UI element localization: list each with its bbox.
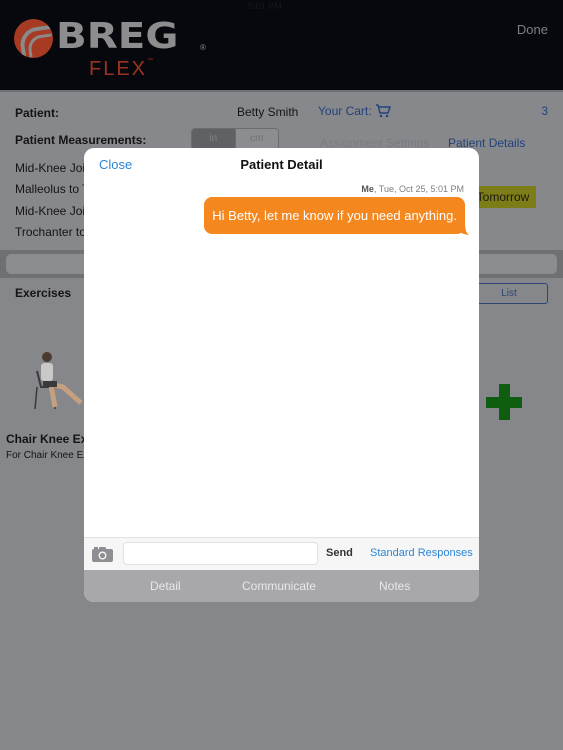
add-exercise-icon[interactable] bbox=[486, 384, 522, 420]
message-bubble: Hi Betty, let me know if you need anythi… bbox=[204, 197, 465, 234]
exercise-title: Chair Knee Ex bbox=[6, 432, 88, 446]
exercises-heading: Exercises bbox=[15, 286, 72, 300]
breg-flex-logo: BREG ® FLEX™ bbox=[14, 16, 214, 81]
exercise-image bbox=[34, 352, 83, 410]
patient-name: Betty Smith bbox=[237, 105, 299, 119]
bubble-tail-icon bbox=[457, 224, 469, 235]
measurements-label: Patient Measurements: bbox=[15, 133, 147, 147]
logo-product-text: FLEX™ bbox=[89, 58, 153, 81]
app-header: 5:01 PM BREG ® FLEX™ Done bbox=[0, 0, 563, 90]
done-button[interactable]: Done bbox=[517, 22, 548, 37]
cart-icon bbox=[375, 104, 391, 118]
list-view-button[interactable]: List bbox=[470, 283, 548, 304]
message-meta: Me, Tue, Oct 25, 5:01 PM bbox=[361, 184, 464, 194]
standard-responses-button[interactable]: Standard Responses bbox=[370, 547, 473, 559]
cart-button[interactable]: Your Cart: bbox=[318, 104, 391, 118]
send-button[interactable]: Send bbox=[326, 547, 353, 559]
tomorrow-button[interactable]: Tomorrow bbox=[470, 186, 536, 208]
compose-bar: Send Standard Responses bbox=[84, 537, 479, 570]
exercise-subtitle: For Chair Knee Ex bbox=[6, 450, 89, 461]
status-bar-time: 5:01 PM bbox=[248, 1, 282, 11]
message-timestamp: Tue, Oct 25, 5:01 PM bbox=[378, 184, 464, 194]
unit-cm-option[interactable]: cm bbox=[234, 129, 278, 149]
measurement-row: Mid-Knee Joir bbox=[15, 161, 90, 175]
unit-toggle[interactable]: in cm bbox=[191, 128, 279, 150]
tab-notes[interactable]: Notes bbox=[379, 579, 410, 593]
measurement-row: Trochanter to bbox=[15, 225, 86, 239]
logo-brand-text: BREG bbox=[56, 16, 179, 57]
measurement-row: Mid-Knee Joir bbox=[15, 204, 90, 218]
modal-tab-bar: Detail Communicate Notes bbox=[84, 570, 479, 602]
logo-trademark: ™ bbox=[147, 58, 154, 64]
cart-count: 3 bbox=[541, 104, 548, 118]
camera-icon[interactable] bbox=[92, 546, 113, 562]
cart-label: Your Cart: bbox=[318, 104, 372, 118]
logo-product-name: FLEX bbox=[89, 58, 148, 80]
patient-detail-modal: Close Patient Detail Me, Tue, Oct 25, 5:… bbox=[84, 148, 479, 602]
message-sender: Me bbox=[361, 184, 374, 194]
modal-title: Patient Detail bbox=[240, 157, 323, 172]
measurement-row: Malleolus to T bbox=[15, 182, 90, 196]
tab-detail[interactable]: Detail bbox=[150, 579, 181, 593]
message-input[interactable] bbox=[123, 542, 318, 565]
tab-communicate[interactable]: Communicate bbox=[242, 579, 316, 593]
breg-logo-icon bbox=[14, 19, 53, 58]
unit-in-option[interactable]: in bbox=[192, 129, 235, 149]
logo-registered-mark: ® bbox=[200, 43, 206, 52]
patient-label: Patient: bbox=[15, 106, 60, 120]
close-button[interactable]: Close bbox=[99, 157, 132, 172]
